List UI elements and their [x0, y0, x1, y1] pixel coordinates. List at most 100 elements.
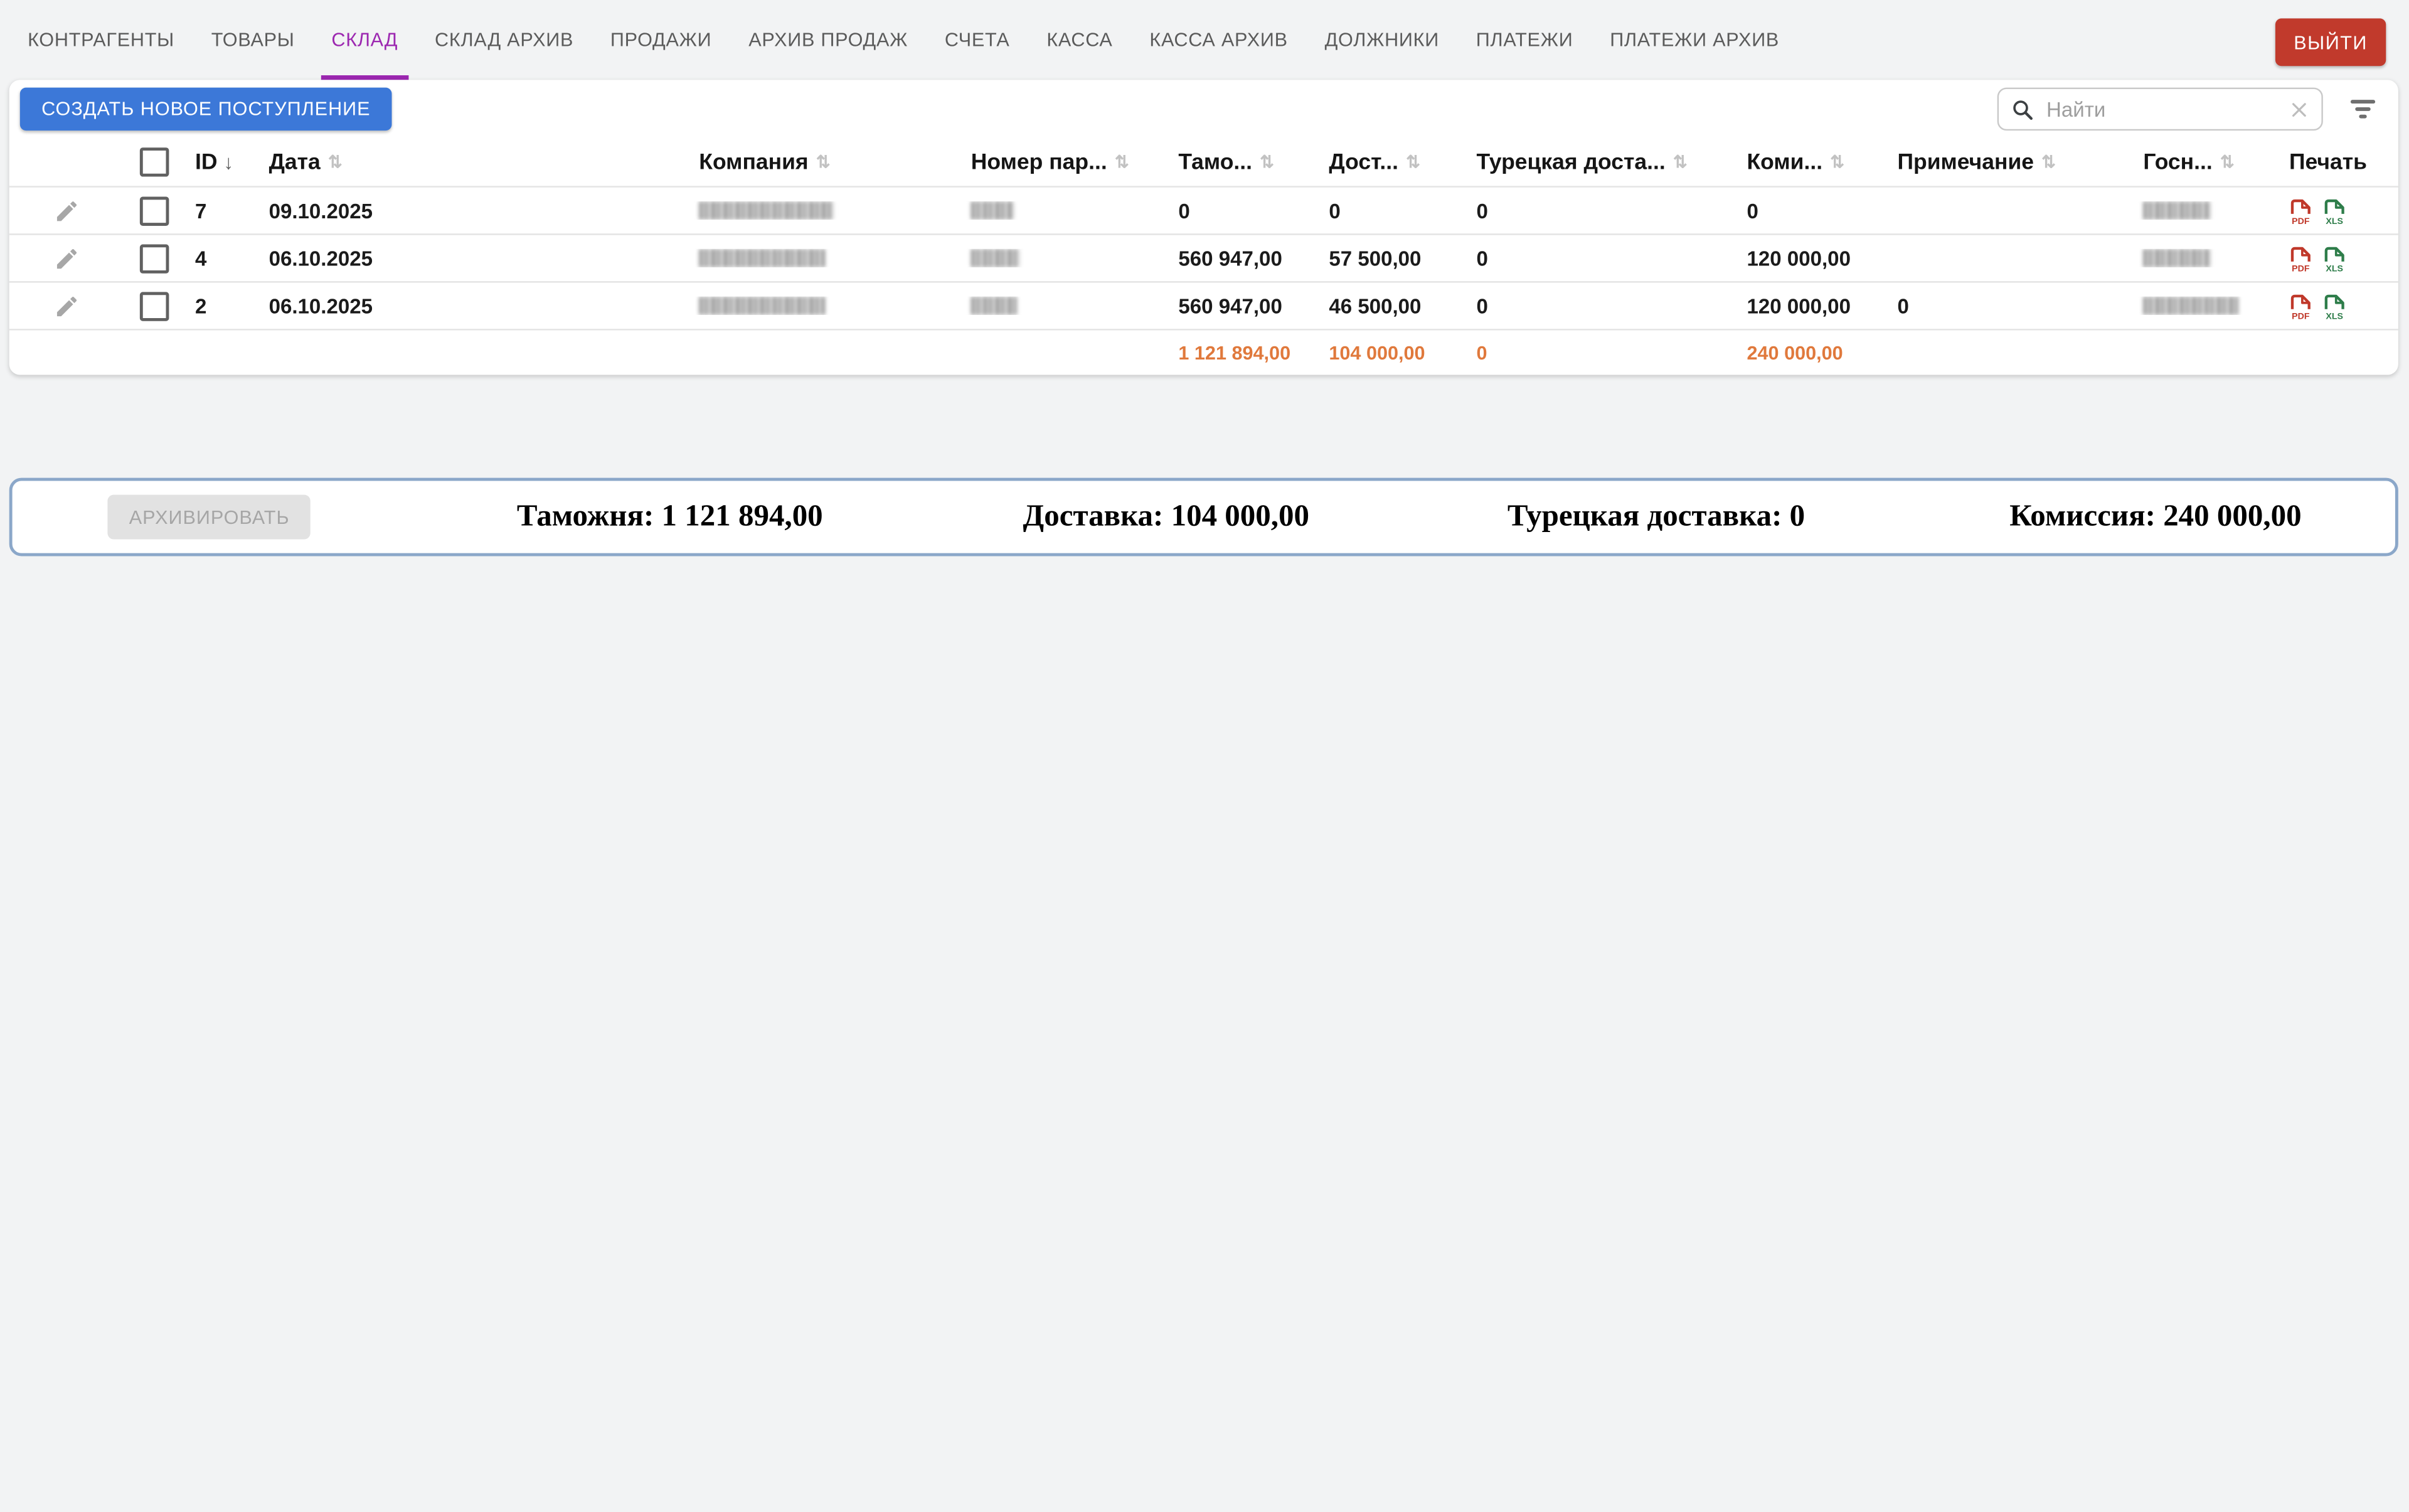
- party-number-cell: [960, 201, 1168, 220]
- tab-tovary[interactable]: ТОВАРЫ: [201, 0, 306, 80]
- svg-text:XLS: XLS: [2326, 216, 2343, 225]
- print-xls-icon[interactable]: XLS: [2323, 196, 2346, 225]
- commission-cell: 0: [1736, 199, 1886, 222]
- gos-number-cell: [2132, 201, 2282, 220]
- header-party-number[interactable]: Номер пар... ⇅: [960, 150, 1168, 174]
- totals-turkish-delivery: 0: [1465, 342, 1736, 363]
- svg-text:XLS: XLS: [2326, 311, 2343, 320]
- totals-delivery: 104 000,00: [1318, 342, 1465, 363]
- company-cell: [688, 201, 960, 220]
- edit-pencil-icon[interactable]: [53, 245, 79, 272]
- date-cell: 06.10.2025: [258, 247, 688, 270]
- svg-text:XLS: XLS: [2326, 263, 2343, 272]
- delivery-cell: 0: [1318, 199, 1465, 222]
- delivery-cell: 46 500,00: [1318, 294, 1465, 317]
- tab-platezhi-arhiv[interactable]: ПЛАТЕЖИ АРХИВ: [1599, 0, 1790, 80]
- header-company[interactable]: Компания ⇅: [688, 150, 960, 174]
- party-number-cell: [960, 297, 1168, 315]
- id-cell: 4: [184, 247, 258, 270]
- svg-text:PDF: PDF: [2292, 311, 2310, 320]
- summary-customs: Таможня: 1 121 894,00: [517, 481, 823, 553]
- date-cell: 09.10.2025: [258, 199, 688, 222]
- redacted-party-number: [971, 201, 1014, 220]
- tab-kontragenty[interactable]: КОНТРАГЕНТЫ: [17, 0, 185, 80]
- sort-icon: ⇅: [1830, 152, 1844, 172]
- print-cell: PDF XLS: [2282, 291, 2398, 321]
- redacted-party-number: [971, 249, 1020, 267]
- tab-kassa[interactable]: КАССА: [1036, 0, 1124, 80]
- tab-scheta[interactable]: СЧЕТА: [934, 0, 1021, 80]
- edit-pencil-icon[interactable]: [53, 198, 79, 224]
- gos-number-cell: [2132, 297, 2282, 315]
- customs-cell: 560 947,00: [1167, 294, 1318, 317]
- filter-list-icon[interactable]: [2349, 98, 2376, 120]
- row-checkbox[interactable]: [139, 291, 169, 321]
- tab-sklad[interactable]: СКЛАД: [321, 0, 408, 80]
- print-cell: PDF XLS: [2282, 243, 2398, 273]
- header-delivery[interactable]: Дост... ⇅: [1318, 150, 1465, 174]
- header-gos-number[interactable]: Госн... ⇅: [2132, 150, 2282, 174]
- sort-icon: ⇅: [1673, 152, 1688, 172]
- tab-dolzhniki[interactable]: ДОЛЖНИКИ: [1314, 0, 1450, 80]
- date-cell: 06.10.2025: [258, 294, 688, 317]
- select-cell: [123, 196, 184, 225]
- delivery-cell: 57 500,00: [1318, 247, 1465, 270]
- customs-cell: 0: [1167, 199, 1318, 222]
- redacted-gos-number: [2143, 201, 2211, 220]
- sort-icon: ⇅: [2041, 152, 2056, 172]
- header-date[interactable]: Дата ⇅: [258, 150, 688, 174]
- edit-pencil-icon[interactable]: [53, 293, 79, 319]
- clear-search-icon[interactable]: [2289, 99, 2309, 119]
- svg-text:PDF: PDF: [2292, 216, 2310, 225]
- tab-platezhi[interactable]: ПЛАТЕЖИ: [1465, 0, 1584, 80]
- summary-bar: АРХИВИРОВАТЬ Таможня: 1 121 894,00 Доста…: [9, 478, 2398, 556]
- select-cell: [123, 243, 184, 273]
- header-commission-label: Коми...: [1747, 150, 1822, 174]
- warehouse-card: СОЗДАТЬ НОВОЕ ПОСТУПЛЕНИЕ: [9, 80, 2398, 375]
- sort-icon: ⇅: [2220, 152, 2235, 172]
- sort-desc-icon: ↓: [223, 151, 233, 174]
- create-receipt-button[interactable]: СОЗДАТЬ НОВОЕ ПОСТУПЛЕНИЕ: [20, 88, 392, 131]
- turkish-delivery-cell: 0: [1465, 247, 1736, 270]
- archive-button[interactable]: АРХИВИРОВАТЬ: [107, 495, 311, 540]
- row-checkbox[interactable]: [139, 243, 169, 273]
- svg-text:PDF: PDF: [2292, 263, 2310, 272]
- print-xls-icon[interactable]: XLS: [2323, 243, 2346, 273]
- company-cell: [688, 249, 960, 267]
- print-xls-icon[interactable]: XLS: [2323, 291, 2346, 321]
- tab-prodazhi[interactable]: ПРОДАЖИ: [600, 0, 723, 80]
- table-row: 2 06.10.2025 560 947,00 46 500,00 0 120 …: [9, 281, 2398, 329]
- select-all-checkbox[interactable]: [139, 147, 169, 177]
- header-id[interactable]: ID ↓: [184, 150, 258, 174]
- header-print-label: Печать: [2289, 150, 2367, 174]
- party-number-cell: [960, 249, 1168, 267]
- print-pdf-icon[interactable]: PDF: [2289, 291, 2312, 321]
- print-pdf-icon[interactable]: PDF: [2289, 243, 2312, 273]
- commission-cell: 120 000,00: [1736, 294, 1886, 317]
- header-note[interactable]: Примечание ⇅: [1886, 150, 2132, 174]
- row-checkbox[interactable]: [139, 196, 169, 225]
- header-select-all: [123, 147, 184, 177]
- print-pdf-icon[interactable]: PDF: [2289, 196, 2312, 225]
- tab-kassa-arhiv[interactable]: КАССА АРХИВ: [1139, 0, 1299, 80]
- redacted-party-number: [971, 297, 1017, 315]
- search-box[interactable]: [1997, 88, 2323, 131]
- print-cell: PDF XLS: [2282, 196, 2398, 225]
- search-input[interactable]: [2043, 96, 2289, 122]
- header-customs[interactable]: Тамо... ⇅: [1167, 150, 1318, 174]
- header-company-label: Компания: [699, 150, 808, 174]
- header-date-label: Дата: [269, 150, 321, 174]
- redacted-gos-number: [2143, 249, 2211, 267]
- header-turkish-delivery[interactable]: Турецкая доста... ⇅: [1465, 150, 1736, 174]
- sort-icon: ⇅: [328, 152, 343, 172]
- tab-sklad-arhiv[interactable]: СКЛАД АРХИВ: [424, 0, 584, 80]
- commission-cell: 120 000,00: [1736, 247, 1886, 270]
- totals-row: 1 121 894,00 104 000,00 0 240 000,00: [9, 329, 2398, 375]
- logout-button[interactable]: ВЫЙТИ: [2275, 18, 2386, 66]
- totals-customs: 1 121 894,00: [1167, 342, 1318, 363]
- header-commission[interactable]: Коми... ⇅: [1736, 150, 1886, 174]
- table-row: 4 06.10.2025 560 947,00 57 500,00 0 120 …: [9, 233, 2398, 281]
- header-party-label: Номер пар...: [971, 150, 1107, 174]
- tab-arhiv-prodazh[interactable]: АРХИВ ПРОДАЖ: [738, 0, 918, 80]
- turkish-delivery-cell: 0: [1465, 199, 1736, 222]
